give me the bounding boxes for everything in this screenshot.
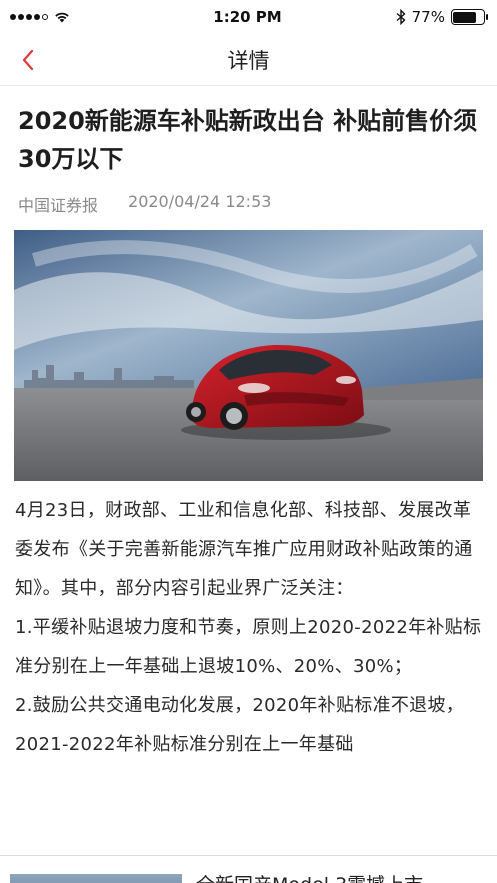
related-title: 全新国产Model 3震撼上市 xyxy=(196,870,423,883)
article-title: 2020新能源车补贴新政出台 补贴前售价须30万以下 xyxy=(18,107,478,173)
related-article-item[interactable]: 全新国产Model 3震撼上市 xyxy=(0,855,497,883)
red-car-photo xyxy=(14,230,483,481)
article-body: 4月23日，财政部、工业和信息化部、科技部、发展改革委发布《关于完善新能源汽车推… xyxy=(15,491,482,764)
article-paragraph: 4月23日，财政部、工业和信息化部、科技部、发展改革委发布《关于完善新能源汽车推… xyxy=(15,500,473,599)
bluetooth-icon xyxy=(396,9,406,25)
article-source: 中国证券报 xyxy=(18,196,99,215)
status-right: 77% xyxy=(365,8,488,26)
back-button[interactable] xyxy=(14,46,42,74)
page-title: 详情 xyxy=(227,48,270,73)
article-date: 2020/04/24 12:53 xyxy=(128,192,272,211)
article-paragraph: 1.平缓补贴退坡力度和节奏，原则上2020-2022年补贴标准分别在上一年基础上… xyxy=(15,617,482,677)
article-paragraph: 2.鼓励公共交通电动化发展，2020年补贴标准不退坡，2021-2022年补贴标… xyxy=(15,695,465,755)
chevron-left-icon xyxy=(22,49,34,71)
wifi-icon xyxy=(55,12,69,23)
article: 2020新能源车补贴新政出台 补贴前售价须30万以下 中国证券报 2020/04… xyxy=(0,86,497,764)
battery-percent: 77% xyxy=(411,8,445,26)
related-thumbnail xyxy=(10,874,182,883)
status-time: 1:20 PM xyxy=(213,8,282,26)
status-left xyxy=(10,11,130,23)
article-hero-image xyxy=(14,230,483,481)
battery-level xyxy=(453,11,476,23)
article-meta: 中国证券报 2020/04/24 12:53 xyxy=(18,192,479,216)
status-bar: 1:20 PM 77% xyxy=(0,0,497,34)
nav-bar: 详情 xyxy=(0,34,497,86)
battery-icon xyxy=(450,9,488,25)
cellular-signal-icon xyxy=(10,14,48,20)
